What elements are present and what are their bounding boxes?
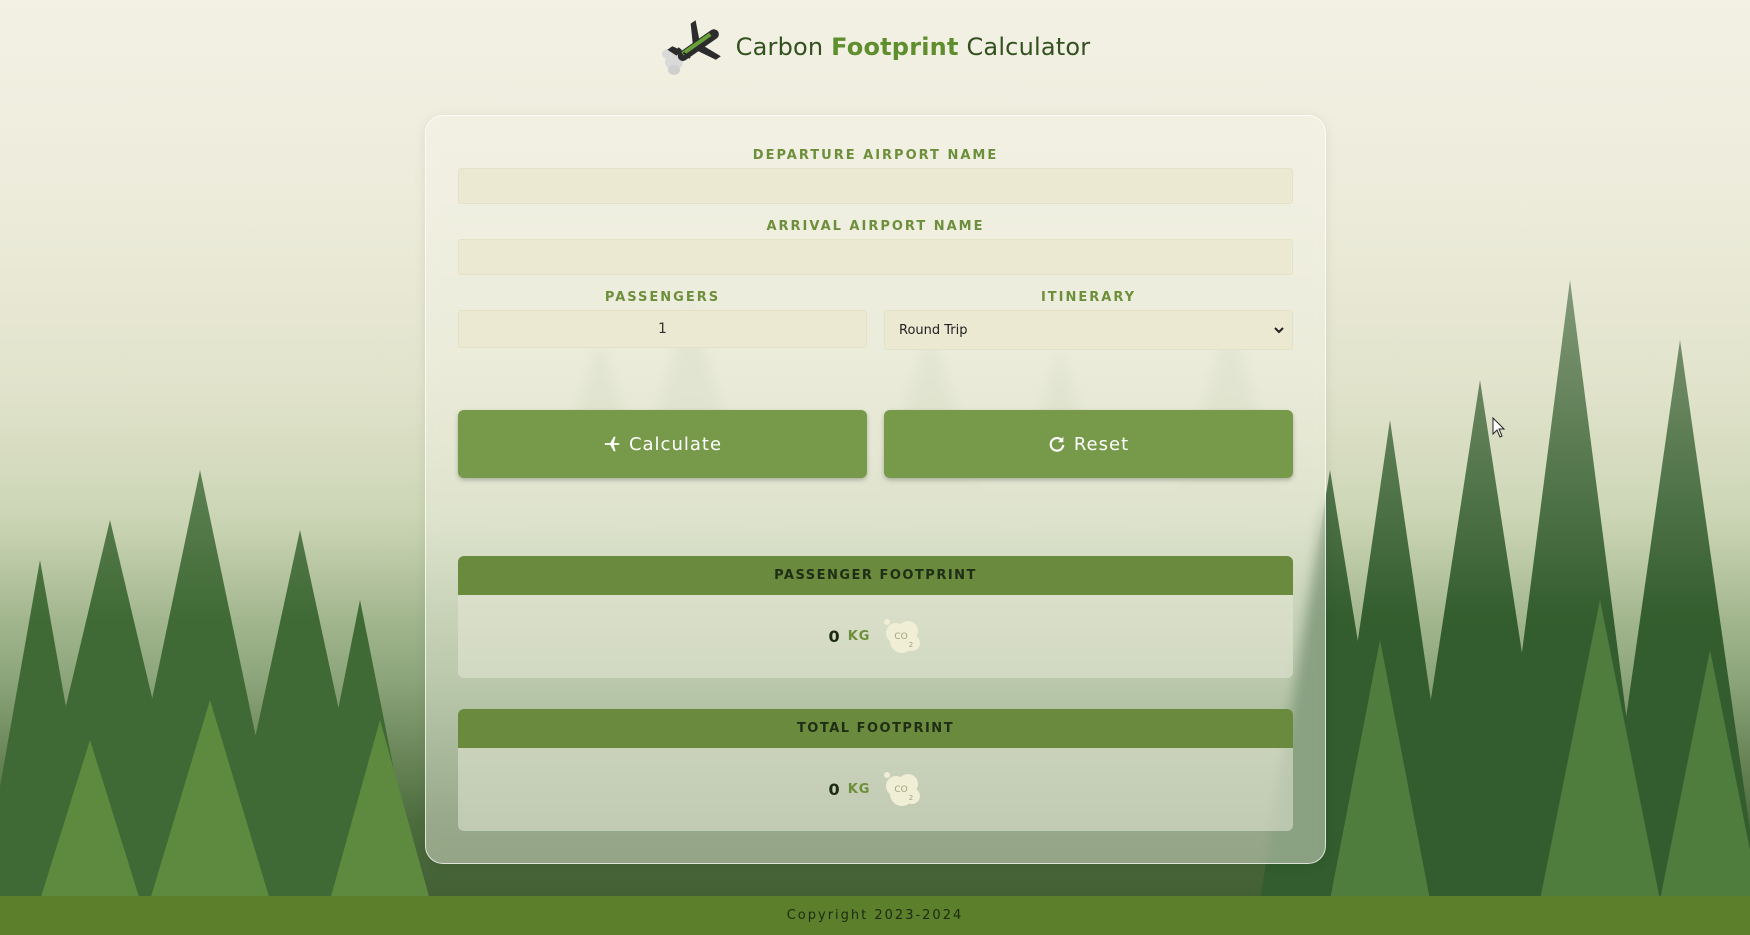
svg-text:CO: CO (895, 785, 908, 795)
departure-label: DEPARTURE AIRPORT NAME (752, 148, 999, 163)
passenger-footprint-body: 0 KG CO 2 (458, 595, 1293, 678)
chevron-down-icon (1274, 327, 1284, 334)
arrival-label: ARRIVAL AIRPORT NAME (766, 219, 985, 234)
calculate-button[interactable]: Calculate (458, 410, 867, 478)
reset-button[interactable]: Reset (884, 410, 1293, 478)
total-footprint-title: TOTAL FOOTPRINT (458, 709, 1293, 748)
total-footprint-value: 0 (828, 780, 840, 799)
passengers-label: PASSENGERS (604, 290, 721, 305)
calculator-card: DEPARTURE AIRPORT NAME ARRIVAL AIRPORT N… (425, 115, 1326, 864)
svg-text:CO: CO (895, 632, 908, 642)
title-part-calculator: Calculator (958, 33, 1091, 61)
airplane-smoke-icon (661, 20, 721, 75)
co2-cloud-icon: CO 2 (884, 618, 921, 653)
itinerary-selected-value: Round Trip (899, 322, 968, 338)
plane-icon (604, 436, 621, 452)
refresh-icon (1049, 436, 1065, 452)
itinerary-select[interactable]: Round Trip (884, 310, 1293, 350)
calculate-button-label: Calculate (628, 433, 723, 455)
total-footprint-body: 0 KG CO 2 (458, 748, 1293, 831)
co2-cloud-icon: CO 2 (884, 771, 921, 806)
passenger-footprint-value: 0 (828, 627, 840, 646)
title-part-footprint: Footprint (831, 33, 959, 61)
arrival-airport-input[interactable] (458, 239, 1293, 275)
departure-airport-input[interactable] (458, 168, 1293, 204)
svg-text:2: 2 (909, 794, 913, 802)
total-footprint-panel: TOTAL FOOTPRINT 0 KG CO 2 (458, 709, 1293, 831)
page-title: Carbon Footprint Calculator (736, 33, 1091, 61)
passenger-footprint-title: PASSENGER FOOTPRINT (458, 556, 1293, 595)
reset-button-label: Reset (1073, 433, 1130, 455)
passengers-input[interactable]: 1 (458, 310, 867, 348)
itinerary-label: ITINERARY (1040, 290, 1137, 305)
passenger-footprint-panel: PASSENGER FOOTPRINT 0 KG CO 2 (458, 556, 1293, 678)
page-footer: Copyright 2023-2024 (0, 896, 1750, 935)
title-part-carbon: Carbon (735, 33, 832, 61)
svg-text:2: 2 (909, 641, 913, 649)
passenger-footprint-unit: KG (847, 629, 871, 644)
total-footprint-unit: KG (847, 782, 871, 797)
copyright-text: Copyright 2023-2024 (786, 908, 964, 923)
app-header: Carbon Footprint Calculator (0, 18, 1750, 76)
mouse-cursor-icon (1492, 417, 1506, 438)
